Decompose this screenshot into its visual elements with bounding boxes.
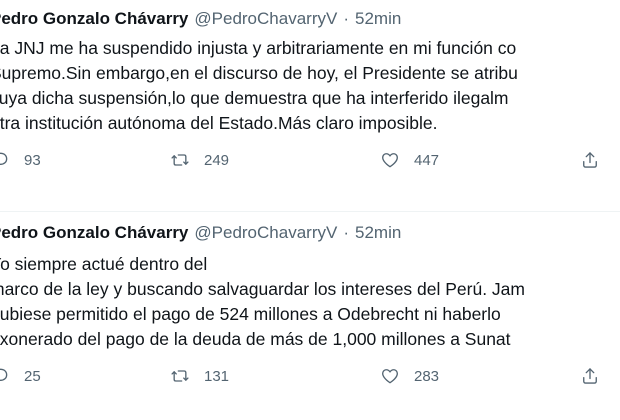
tweet-text-line: marco de la ley y buscando salvaguardar …	[0, 279, 525, 299]
retweet-count: 131	[204, 367, 230, 385]
tweet-text-line: hubiese permitido el pago de 524 millone…	[0, 304, 501, 324]
tweet-text-line: otra institución autónoma del Estado.Más…	[0, 113, 438, 133]
retweet-icon	[171, 154, 189, 166]
tweet-text: La JNJ me ha suspendido injusta y arbitr…	[0, 36, 620, 136]
retweet-button[interactable]: 249	[170, 148, 229, 172]
tweet[interactable]: Pedro Gonzalo Chávarry @PedroChavarryV · 52…	[0, 222, 620, 388]
author-name[interactable]: Pedro Gonzalo Chávarry	[0, 9, 188, 28]
author-name[interactable]: Pedro Gonzalo Chávarry	[0, 223, 188, 242]
tweet-timestamp[interactable]: 52min	[355, 223, 401, 242]
tweet-divider	[0, 211, 620, 212]
retweet-button[interactable]: 131	[170, 364, 229, 388]
tweet-text-line: Yo siempre actué dentro del	[0, 254, 208, 274]
reply-button[interactable]: 25	[0, 364, 41, 388]
share-button[interactable]	[580, 148, 600, 172]
share-button[interactable]	[580, 364, 600, 388]
tweet-timestamp[interactable]: 52min	[355, 9, 401, 28]
tweet-text: Yo siempre actué dentro del marco de la …	[0, 252, 620, 352]
tweet-text-line: La JNJ me ha suspendido injusta y arbitr…	[0, 38, 517, 58]
tweet-actions: 25 131 283	[0, 364, 620, 388]
reply-icon	[0, 368, 8, 381]
author-handle[interactable]: @PedroChavarryV	[194, 9, 337, 28]
retweet-icon	[171, 370, 189, 382]
separator-dot: ·	[343, 9, 349, 28]
author-handle[interactable]: @PedroChavarryV	[194, 223, 337, 242]
tweet-timeline: Pedro Gonzalo Chávarry @PedroChavarryV · 52…	[0, 0, 620, 420]
heart-icon	[382, 369, 398, 384]
like-button[interactable]: 283	[380, 364, 439, 388]
tweet-header: Pedro Gonzalo Chávarry @PedroChavarryV · 52…	[0, 222, 620, 244]
tweet-text-line: exonerado del pago de la deuda de más de…	[0, 329, 511, 349]
tweet-header: Pedro Gonzalo Chávarry @PedroChavarryV · 52…	[0, 8, 620, 30]
reply-button[interactable]: 93	[0, 148, 41, 172]
share-icon	[583, 152, 597, 168]
reply-icon	[0, 152, 8, 165]
like-count: 283	[414, 367, 440, 385]
reply-count: 93	[24, 151, 41, 169]
share-icon	[583, 368, 597, 384]
reply-count: 25	[24, 367, 41, 385]
retweet-count: 249	[204, 151, 230, 169]
tweet-actions: 93 249 447	[0, 148, 620, 172]
tweet-text-line: suya dicha suspensión,lo que demuestra q…	[0, 88, 509, 108]
separator-dot: ·	[343, 223, 349, 242]
like-count: 447	[414, 151, 440, 169]
tweet[interactable]: Pedro Gonzalo Chávarry @PedroChavarryV · 52…	[0, 8, 620, 172]
like-button[interactable]: 447	[380, 148, 439, 172]
tweet-text-line: Supremo.Sin embargo,en el discurso de ho…	[0, 63, 518, 83]
heart-icon	[382, 153, 398, 168]
